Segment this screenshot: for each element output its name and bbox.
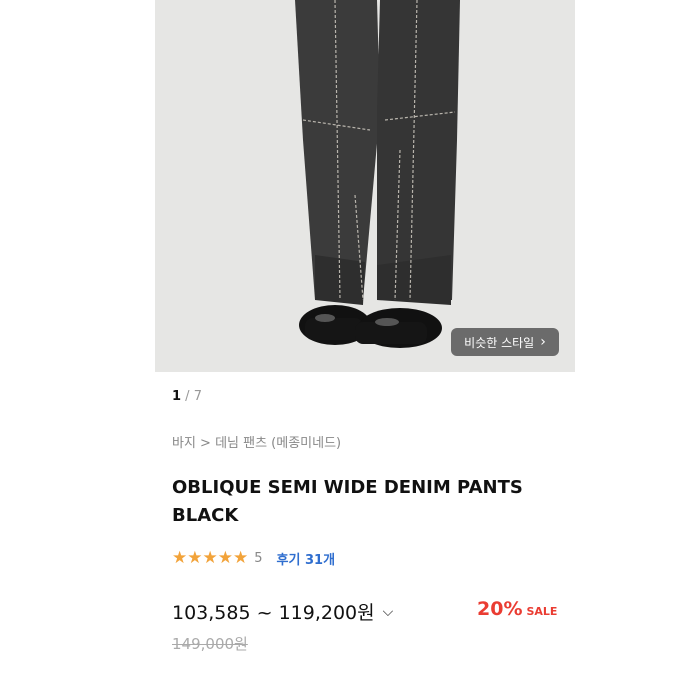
star-icon: ★ xyxy=(172,548,188,568)
rating-stars: ★ ★ ★ ★ ★ xyxy=(172,548,248,568)
sale-label: SALE xyxy=(526,605,558,618)
image-counter-current: 1 xyxy=(172,389,182,404)
star-icon: ★ xyxy=(187,548,203,568)
product-photo xyxy=(155,0,575,372)
product-title: OBLIQUE SEMI WIDE DENIM PANTS BLACK xyxy=(172,477,523,526)
chevron-right-icon: › xyxy=(540,334,546,350)
price-range-selector[interactable]: 103,585 ~ 119,200원 ⌵ xyxy=(172,598,393,625)
breadcrumb[interactable]: 바지 > 데님 팬츠 (메종미네드) xyxy=(172,432,341,451)
star-icon: ★ xyxy=(217,548,233,568)
chevron-down-icon[interactable]: ⌵ xyxy=(383,604,394,620)
reviews-link[interactable]: 후기 31개 xyxy=(277,549,336,568)
rating-row[interactable]: ★ ★ ★ ★ ★ 5 후기 31개 xyxy=(172,548,335,568)
image-counter-separator: / xyxy=(181,389,194,404)
product-image-gallery[interactable]: 비슷한 스타일 › xyxy=(155,0,575,372)
star-icon: ★ xyxy=(202,548,218,568)
discount-percent: 20% xyxy=(477,598,523,620)
rating-score: 5 xyxy=(254,550,263,566)
price-range: 103,585 ~ 119,200원 xyxy=(172,602,375,624)
discount-badge: 20% SALE xyxy=(477,598,557,620)
similar-style-button[interactable]: 비슷한 스타일 › xyxy=(451,328,559,356)
image-counter: 1 / 7 xyxy=(172,389,202,404)
image-counter-total: 7 xyxy=(193,389,202,404)
similar-style-label: 비슷한 스타일 xyxy=(464,335,535,350)
original-price: 149,000원 xyxy=(172,635,248,653)
star-icon: ★ xyxy=(233,548,249,568)
